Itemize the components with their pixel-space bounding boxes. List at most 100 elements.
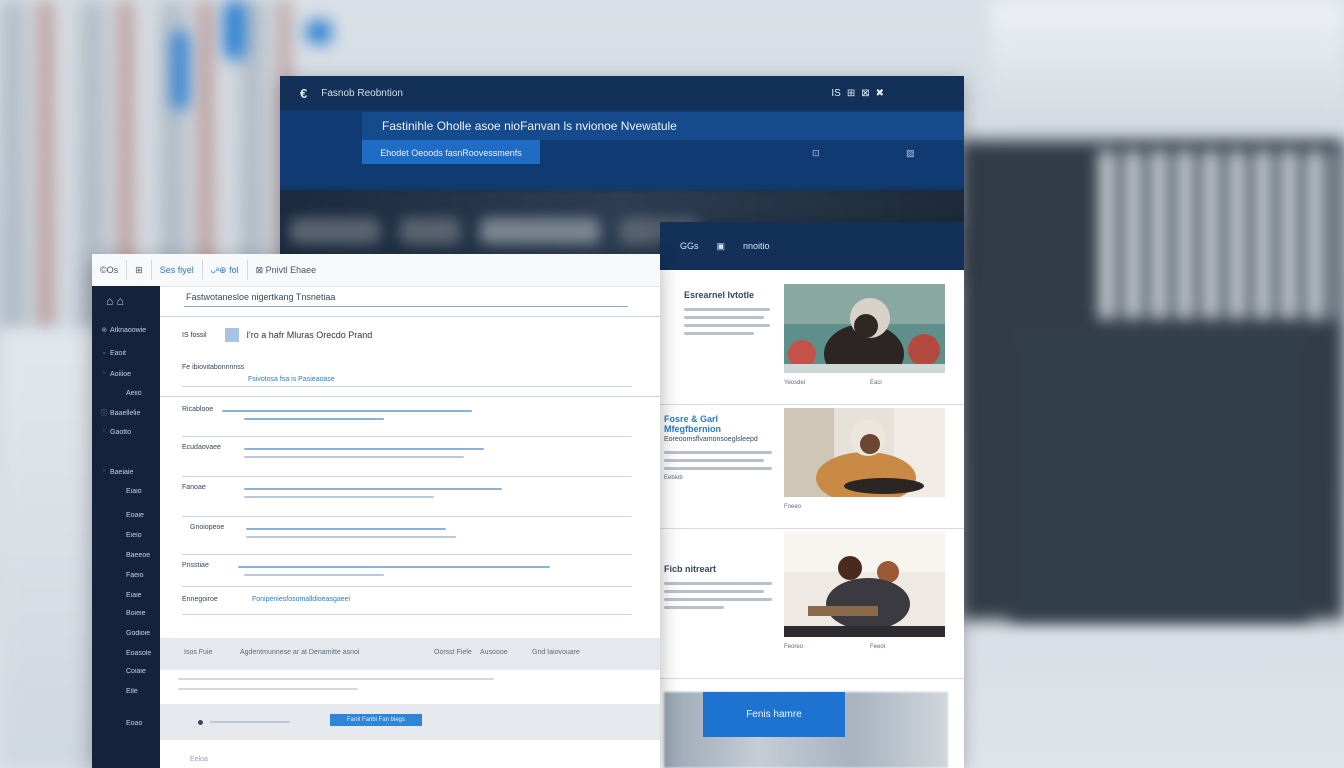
sidebar-bullet-icon: ◦	[102, 350, 106, 357]
toolbar-tab[interactable]: ⊠ Pnivtl Ehaee	[248, 260, 325, 280]
divider	[182, 386, 632, 387]
divider	[182, 614, 632, 615]
sidebar-item-label: Baeiaie	[110, 469, 134, 476]
text-line	[664, 590, 764, 593]
back-window-image-icon[interactable]: ▨	[906, 148, 915, 159]
text-line	[210, 721, 290, 723]
sidebar-item-label: Aoiiioe	[110, 371, 132, 378]
summary-item: Gnd Iaiovouare	[532, 649, 580, 656]
divider	[182, 516, 632, 517]
back-window-title: Fasnob Reobntion	[321, 87, 403, 99]
radio-icon[interactable]	[198, 720, 203, 725]
article-photo[interactable]	[784, 284, 945, 373]
article-photo[interactable]	[784, 408, 945, 497]
sidebar-item-label: Godioie	[126, 630, 151, 637]
summary-item: Oorsst Fiele	[434, 649, 472, 656]
sidebar-bullet-icon: ⁱ	[103, 429, 105, 436]
sidebar-item-label: Eoaie	[126, 512, 144, 519]
text-line	[244, 448, 484, 450]
summary-bar: Isos Fuie Agdentmunnese ar at Denamitte …	[160, 638, 660, 670]
form-row-label: Ennegoiroe	[182, 596, 218, 603]
article-photo[interactable]	[784, 532, 945, 637]
photo-person-illustration	[784, 408, 945, 497]
sidebar-item-label: Baaellelie	[110, 410, 141, 417]
back-window-panel-icon[interactable]: ⊡	[812, 148, 820, 159]
sidebar-home-icon[interactable]: ⌂ ⌂	[106, 294, 124, 308]
sidebar-bullet-icon: ⊕	[101, 327, 107, 334]
article-card-extra: Eebiob	[664, 475, 683, 481]
text-line	[178, 688, 358, 690]
blur-shape	[480, 218, 600, 244]
panel-tab-label[interactable]: nnoitio	[743, 241, 770, 251]
panel-tab-icon[interactable]: ▣	[717, 241, 726, 252]
form-row-value[interactable]: Fonipeniesfosomalldioeasgaeei	[252, 596, 350, 603]
footer-note: Eeloa	[190, 756, 208, 763]
read-more-button[interactable]: Fenis hamre	[703, 692, 845, 737]
article-card-text: Fosre & Garl Mfegfbernion Eoreoomsflvamo…	[664, 414, 776, 481]
form-row-value[interactable]: Fsivotosa fsa is Pasieaoase	[248, 376, 335, 383]
sidebar-item-label: Eaoit	[110, 350, 126, 357]
back-window-logo[interactable]: €	[300, 86, 307, 101]
article-panel-header: GGs ▣ nnoitio	[660, 222, 964, 270]
sidebar-bullet-icon: ⁱ	[103, 469, 105, 476]
background-pipe	[224, 0, 246, 60]
toolbar-grid-icon[interactable]: ⊞	[127, 260, 152, 280]
sidebar-item-label: Faeio	[126, 572, 144, 579]
article-card-text: Ficb nitreart	[664, 564, 776, 614]
search-input[interactable]: Fastwotanesloe nigertkang Tnsnetiaa	[184, 292, 628, 307]
form-row-label: Ecudaovaee	[182, 444, 221, 451]
article-card[interactable]: Ficb nitreart Feoreo Feeol	[660, 528, 964, 679]
form-row-label: Fanoae	[182, 484, 206, 491]
photo-person-illustration	[784, 284, 945, 373]
text-line	[684, 324, 770, 327]
article-card[interactable]: Fosre & Garl Mfegfbernion Eoreoomsflvamo…	[660, 408, 964, 529]
sidebar-bullet-icon: ⁱ	[103, 371, 105, 378]
toolbar-tab[interactable]: Ses fiyel	[152, 260, 203, 280]
divider	[182, 586, 632, 587]
summary-item: Agdentmunnese ar at Denamitte asnoi	[240, 649, 360, 656]
text-line	[244, 488, 502, 490]
article-card-title: Esrearnel Ivtotle	[684, 290, 755, 300]
window-close-icon[interactable]: ✖	[876, 88, 884, 99]
back-window-cta-button[interactable]: Ehodet Oeoods fasnRoovessmenfs	[362, 140, 540, 164]
background-screen	[1010, 330, 1310, 620]
text-line	[244, 574, 384, 576]
sidebar-item-label: Boieie	[126, 610, 146, 617]
window-box-icon[interactable]: ⊠	[861, 88, 869, 99]
window-grid-icon[interactable]: ⊞	[847, 88, 855, 99]
text-line	[664, 598, 772, 601]
article-card-subtitle: Eoreoomsflvamonsoeglsleepd	[664, 436, 758, 443]
sidebar-item-label: Eoao	[126, 720, 143, 727]
toolbar-tab[interactable]: ©Os	[92, 260, 128, 280]
back-window-banner: Fastinihle Oholle asoe nioFanvan ls nvio…	[362, 112, 964, 140]
text-line	[664, 451, 772, 454]
window-info-icon[interactable]: IS	[831, 88, 840, 99]
sidebar-item-label: Eoasole	[126, 650, 152, 657]
sidebar-item[interactable]: ⊕ Atknaoowie	[92, 326, 166, 334]
sidebar-item-label: Baeeoe	[126, 552, 151, 559]
article-card[interactable]: Esrearnel Ivtotle Yeosdei Eaci	[660, 284, 964, 405]
action-bar: Fanit Fanbi Fan biegs	[160, 704, 660, 740]
sidebar-item[interactable]: ◦ Eaoit	[92, 350, 166, 357]
text-line	[684, 316, 764, 319]
text-line	[178, 678, 494, 680]
document-icon	[224, 328, 239, 342]
text-line	[246, 536, 456, 538]
panel-tab-label[interactable]: GGs	[680, 241, 699, 251]
sidebar-item-label: Aeiio	[126, 390, 142, 397]
sidebar-item[interactable]: ⓘ Baaellelie	[92, 408, 166, 418]
sidebar-item[interactable]: ⁱ Aoiiioe	[92, 370, 166, 378]
sidebar-item-label: Atknaoowie	[110, 327, 147, 334]
form-row-label: Gnoiopeoe	[190, 524, 225, 531]
background-window	[990, 0, 1344, 140]
form-row-label: Fe ibiovitabonnnnss	[182, 364, 245, 371]
sidebar-item[interactable]: ⁱ Gaotto	[92, 428, 166, 436]
action-button[interactable]: Fanit Fanbi Fan biegs	[330, 714, 422, 726]
toolbar-tab[interactable]: ᴗᵃ⊕ fol	[203, 260, 248, 280]
text-line	[664, 459, 764, 462]
sidebar-item[interactable]: ⁱ Baeiaie	[92, 468, 166, 476]
section-title: I'ro a hafr Mluras Orecdo Prand	[246, 330, 373, 340]
main-app-window: ©Os ⊞ Ses fiyel ᴗᵃ⊕ fol ⊠ Pnivtl Ehaee ⌂…	[92, 254, 660, 768]
text-line	[684, 308, 770, 311]
text-line	[244, 418, 384, 420]
